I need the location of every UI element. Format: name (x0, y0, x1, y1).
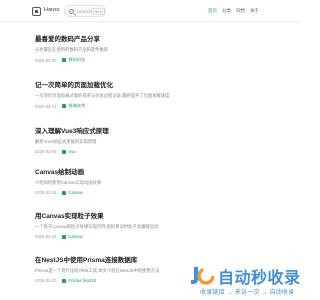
post-item[interactable]: 用Canvas实现粒子效果 一个基于Canvas的粒子效果实现示例,鼠标移动时粒… (35, 210, 158, 239)
post-title[interactable]: 最喜爱的数码产品分享 (35, 33, 108, 43)
post-date: 2025-03-06 (35, 149, 57, 154)
tag-icon (62, 190, 67, 195)
post-tag-label: Canvas (68, 234, 83, 239)
tag-icon (62, 104, 67, 108)
post-meta: 2025-03-14 前端技术 (35, 103, 169, 109)
logo-icon[interactable] (32, 7, 41, 16)
tag-icon (62, 278, 67, 283)
post-item[interactable]: 深入理解Vue3响应式原理 解析Vue3响应式系统的实现原理 2025-03-0… (35, 125, 109, 154)
search-icon (69, 9, 74, 14)
post-meta: 2025-02-26 Canvas (35, 190, 101, 195)
watermark-subtitle: 收录链接 → 来访一次 → 自动收录 (200, 290, 295, 296)
post-tag[interactable]: Prisma NestJS (62, 278, 96, 283)
post-tag-label: 前端技术 (68, 103, 86, 108)
post-tag[interactable]: Vue (62, 149, 76, 154)
post-excerpt: 一个基于Canvas的粒子效果实现示例,鼠标移动时粒子会跟随运动 (35, 224, 159, 229)
post-tag-label: Prisma NestJS (68, 278, 97, 283)
watermark: 自动秒收录 收录链接 → 来访一次 → 自动收录 (188, 263, 300, 297)
post-date: 2025-02-26 (35, 190, 57, 195)
post-excerpt: 分享最近在使用的数码产品和软件推荐 (35, 47, 109, 52)
post-excerpt: 解析Vue3响应式系统的实现原理 (35, 139, 97, 144)
tag-icon (62, 149, 67, 154)
tag-icon (62, 234, 67, 239)
site-name[interactable]: Hanxs (44, 7, 60, 13)
post-tag[interactable]: 前端技术 (62, 103, 85, 109)
post-title[interactable]: Canvas绘制动画 (35, 166, 101, 176)
nav-item-categories[interactable]: 分类 (222, 8, 231, 14)
post-date: 2025-03-14 (35, 103, 57, 109)
post-meta: 2025-02-18 Canvas (35, 234, 158, 239)
nav-item-home[interactable]: 首页 (208, 8, 217, 14)
post-date: 2025-02-18 (35, 234, 57, 239)
post-title[interactable]: 深入理解Vue3响应式原理 (35, 125, 109, 135)
post-date: 2025-03-20 (35, 57, 57, 63)
post-item[interactable]: 在NestJS中使用Prisma连接数据库 Prisma是一个现代化的ORM工具… (35, 254, 159, 283)
post-meta: 2025-02-10 Prisma NestJS (35, 278, 159, 283)
post-tag-label: Vue (68, 149, 76, 154)
post-tag[interactable]: Canvas (62, 234, 83, 239)
post-item[interactable]: 最喜爱的数码产品分享 分享最近在使用的数码产品和软件推荐 2025-03-20 … (35, 33, 108, 63)
search-input[interactable]: Search Ctrl K (64, 5, 106, 17)
post-title[interactable]: 用Canvas实现粒子效果 (35, 210, 158, 220)
post-meta: 2025-03-20 数码科技 (35, 57, 108, 63)
nav-item-about[interactable]: 关于 (250, 8, 259, 14)
post-item[interactable]: Canvas绘制动画 介绍如何使用Canvas实现动画效果 2025-02-26… (35, 166, 101, 195)
search-shortcut: Ctrl K (91, 8, 105, 15)
site-header: Hanxs Search Ctrl K 首页 分类 归档 关于 (0, 0, 300, 22)
post-meta: 2025-03-06 Vue (35, 149, 109, 154)
post-tag[interactable]: Canvas (62, 190, 83, 195)
post-excerpt: 介绍如何使用Canvas实现动画效果 (35, 180, 102, 185)
post-title[interactable]: 记一次简单的页面加载优化 (35, 79, 169, 89)
post-tag-label: Canvas (68, 190, 83, 195)
watermark-logo-icon (191, 267, 214, 285)
nav-item-archive[interactable]: 归档 (236, 8, 245, 14)
post-excerpt: Prisma是一个现代化的ORM工具,本文介绍在NestJS中的使用方法 (35, 268, 160, 273)
search-placeholder: Search (77, 9, 92, 14)
tag-icon (62, 58, 67, 62)
post-tag-label: 数码科技 (68, 57, 86, 62)
watermark-title: 自动秒收录 (218, 270, 301, 287)
post-tag[interactable]: 数码科技 (62, 57, 85, 63)
main-nav: 首页 分类 归档 关于 (208, 8, 259, 14)
post-title[interactable]: 在NestJS中使用Prisma连接数据库 (35, 254, 159, 264)
post-date: 2025-02-10 (35, 278, 57, 283)
post-excerpt: 一次项目页面加载过慢的排查与优化过程记录,最终提升了页面加载速度 (35, 93, 170, 98)
post-item[interactable]: 记一次简单的页面加载优化 一次项目页面加载过慢的排查与优化过程记录,最终提升了页… (35, 79, 169, 109)
